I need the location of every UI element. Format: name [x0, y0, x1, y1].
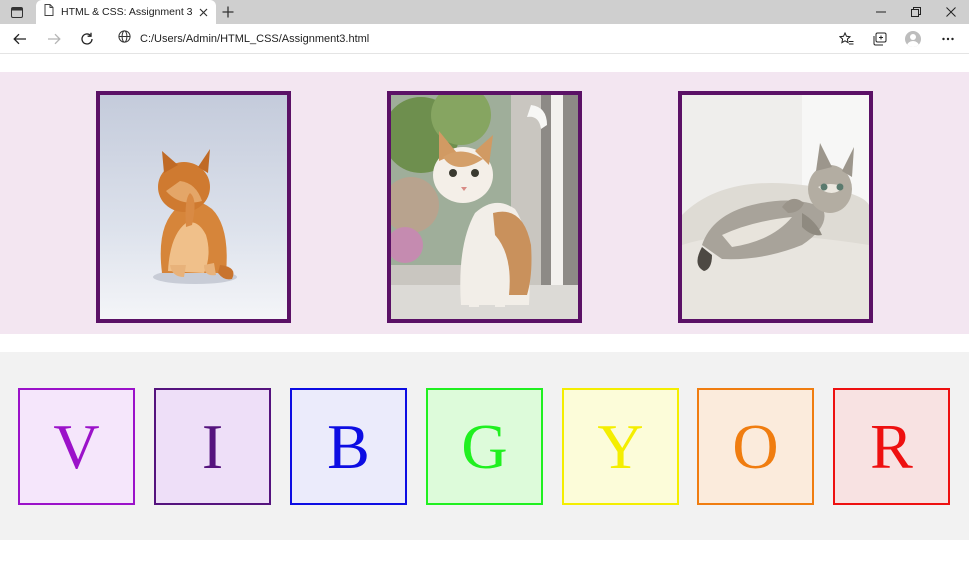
avatar — [905, 31, 921, 47]
globe-icon[interactable] — [118, 29, 131, 48]
profile-avatar[interactable] — [902, 29, 924, 49]
page-icon — [44, 3, 54, 21]
tab-close-icon[interactable] — [196, 5, 210, 19]
tab-actions-icon[interactable] — [8, 4, 26, 20]
back-arrow-icon[interactable] — [9, 29, 31, 49]
minimize-icon[interactable] — [864, 2, 898, 22]
letter-box-y: Y — [562, 388, 679, 505]
letter-box-g: G — [426, 388, 543, 505]
letter-box-b: B — [290, 388, 407, 505]
more-icon[interactable] — [937, 29, 959, 49]
letter-box-r: R — [833, 388, 950, 505]
letter-b: B — [327, 410, 370, 482]
cat-photo-lying-on-rug — [678, 91, 873, 323]
forward-arrow-icon[interactable] — [43, 29, 65, 49]
letter-box-o: O — [697, 388, 814, 505]
letter-box-v: V — [18, 388, 135, 505]
cat-photo-licking-paw — [96, 91, 291, 323]
favorites-icon[interactable] — [835, 29, 857, 49]
address-url: C:/Users/Admin/HTML_CSS/Assignment3.html — [140, 32, 370, 45]
browser-toolbar: C:/Users/Admin/HTML_CSS/Assignment3.html — [0, 24, 969, 54]
refresh-icon[interactable] — [76, 29, 98, 49]
letter-v: V — [53, 410, 100, 482]
letter-box-i: I — [154, 388, 271, 505]
window-close-icon[interactable] — [934, 2, 968, 22]
cat-gallery — [0, 72, 969, 334]
letter-r: R — [870, 410, 913, 482]
collections-icon[interactable] — [868, 29, 890, 49]
letter-g: G — [461, 410, 508, 482]
restore-icon[interactable] — [899, 2, 933, 22]
cat-photo-looking-up — [387, 91, 582, 323]
vibgyor-letters: V I B G Y O R — [0, 352, 969, 540]
letter-o: O — [732, 410, 779, 482]
new-tab-button[interactable] — [220, 4, 236, 20]
tab-strip: HTML & CSS: Assignment 3 — [0, 0, 969, 24]
browser-tab[interactable]: HTML & CSS: Assignment 3 — [36, 0, 216, 24]
address-bar[interactable]: C:/Users/Admin/HTML_CSS/Assignment3.html — [108, 27, 824, 50]
tab-title: HTML & CSS: Assignment 3 — [61, 6, 193, 18]
letter-i: I — [201, 410, 224, 482]
letter-y: Y — [597, 410, 644, 482]
